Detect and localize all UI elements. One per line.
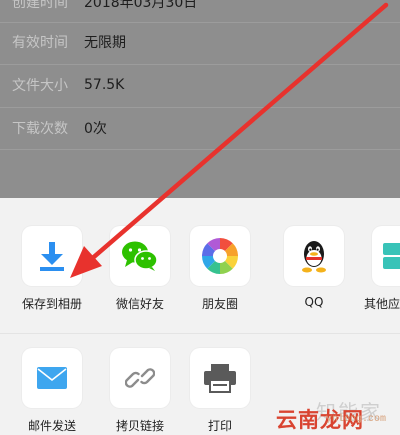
- qq-icon: [299, 239, 329, 273]
- share-email[interactable]: 邮件发送: [16, 348, 88, 434]
- share-moments[interactable]: 朋友圈: [184, 226, 256, 312]
- share-other-apps[interactable]: 其他应: [356, 226, 400, 312]
- wechat-icon: [121, 240, 159, 272]
- share-label: 微信好友: [115, 297, 164, 311]
- info-label: 创建时间: [12, 0, 68, 11]
- info-value: 0次: [84, 120, 107, 137]
- share-label: 邮件发送: [27, 419, 76, 433]
- info-label: 下载次数: [12, 120, 68, 137]
- share-tile[interactable]: [190, 348, 250, 408]
- info-value: 57.5K: [84, 76, 125, 93]
- info-row-size: 文件大小 57.5K: [0, 66, 400, 103]
- info-row-downloads: 下载次数 0次: [0, 109, 400, 146]
- info-row-validity: 有效时间 无限期: [0, 23, 400, 60]
- divider: [0, 64, 400, 65]
- share-label: 打印: [207, 419, 232, 433]
- share-tile[interactable]: [110, 226, 170, 286]
- file-info-panel: 创建时间 2018年03月30日 有效时间 无限期 文件大小 57.5K 下载次…: [0, 0, 400, 200]
- info-value: 无限期: [84, 34, 126, 51]
- share-label: 保存到相册: [21, 297, 82, 311]
- share-tile[interactable]: [190, 226, 250, 286]
- info-value: 2018年03月30日: [84, 0, 198, 11]
- share-tile[interactable]: [372, 226, 400, 286]
- info-row-created: 创建时间 2018年03月30日: [0, 0, 400, 20]
- share-wechat-friend[interactable]: 微信好友: [104, 226, 176, 312]
- share-tile[interactable]: [22, 226, 82, 286]
- share-qq[interactable]: QQ: [278, 226, 350, 309]
- mail-icon: [36, 366, 68, 390]
- info-label: 文件大小: [12, 77, 68, 94]
- printer-icon: [203, 363, 237, 393]
- download-icon: [37, 240, 67, 272]
- divider: [0, 333, 400, 334]
- share-save-to-album[interactable]: 保存到相册: [16, 226, 88, 312]
- link-icon: [125, 363, 155, 393]
- share-tile[interactable]: [284, 226, 344, 286]
- share-label: 朋友圈: [201, 297, 238, 311]
- share-tile[interactable]: [22, 348, 82, 408]
- divider: [0, 149, 400, 150]
- share-label: 其他应: [364, 297, 400, 311]
- divider: [0, 107, 400, 108]
- share-tile[interactable]: [110, 348, 170, 408]
- other-apps-icon: [381, 241, 400, 271]
- watermark-url: ynlong.com: [325, 414, 386, 425]
- share-print[interactable]: 打印: [184, 348, 256, 434]
- moments-icon: [201, 237, 239, 275]
- share-label: 拷贝链接: [115, 419, 164, 433]
- share-copy-link[interactable]: 拷贝链接: [104, 348, 176, 434]
- share-label: QQ: [304, 295, 324, 309]
- info-label: 有效时间: [12, 34, 68, 51]
